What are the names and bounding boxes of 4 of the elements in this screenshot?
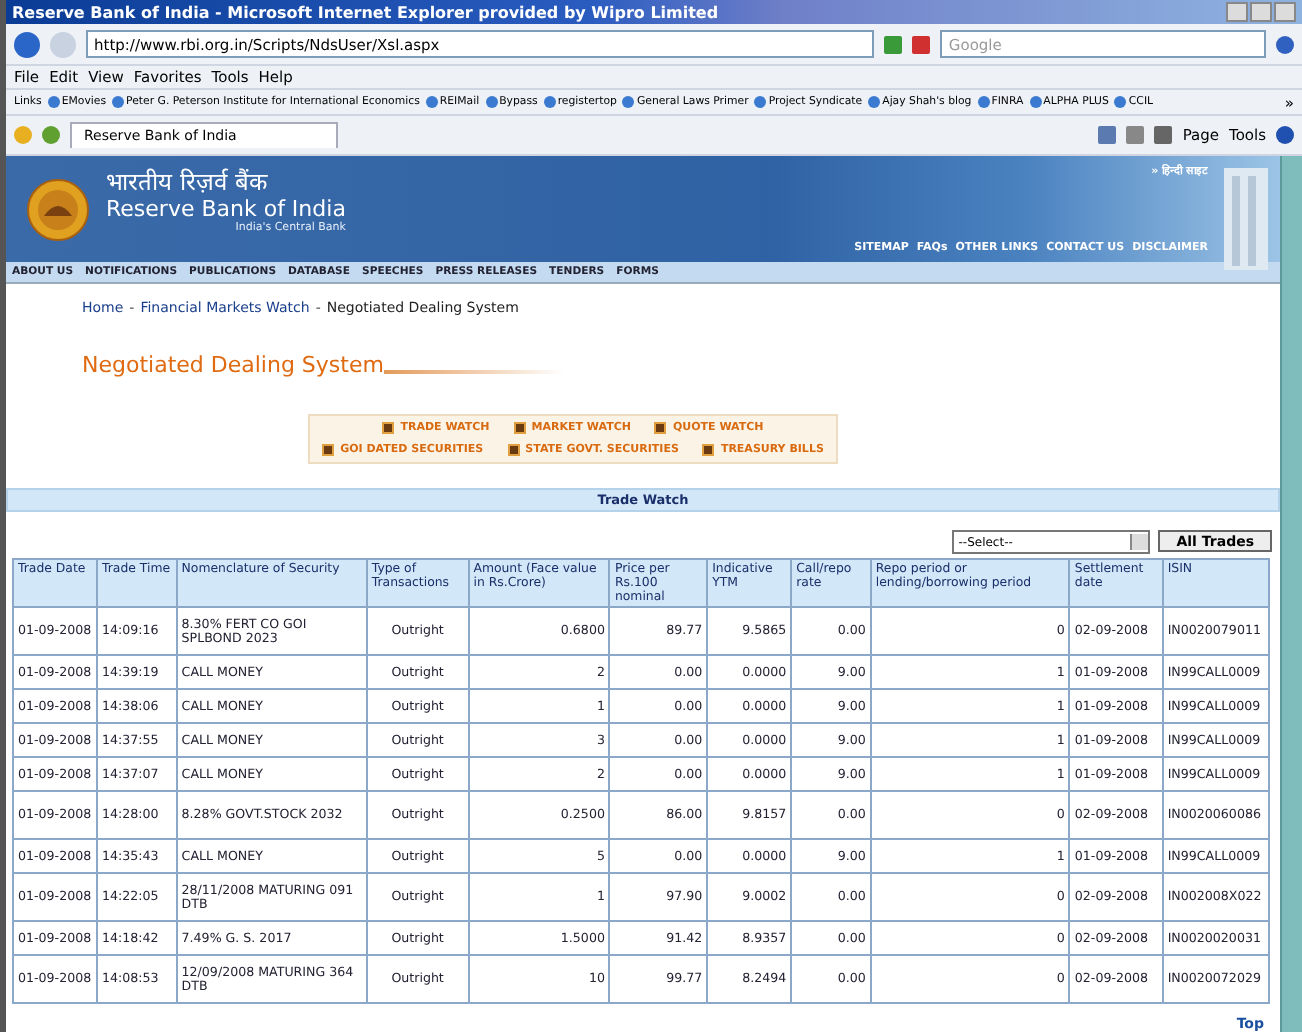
page-title: Negotiated Dealing System [82, 351, 384, 378]
site-name-hindi: भारतीय रिज़र्व बैंक [106, 168, 270, 196]
site-name: Reserve Bank of India [106, 196, 346, 222]
window-title: Reserve Bank of India - Microsoft Internet Explorer provided by Wipro Limited [12, 3, 719, 21]
